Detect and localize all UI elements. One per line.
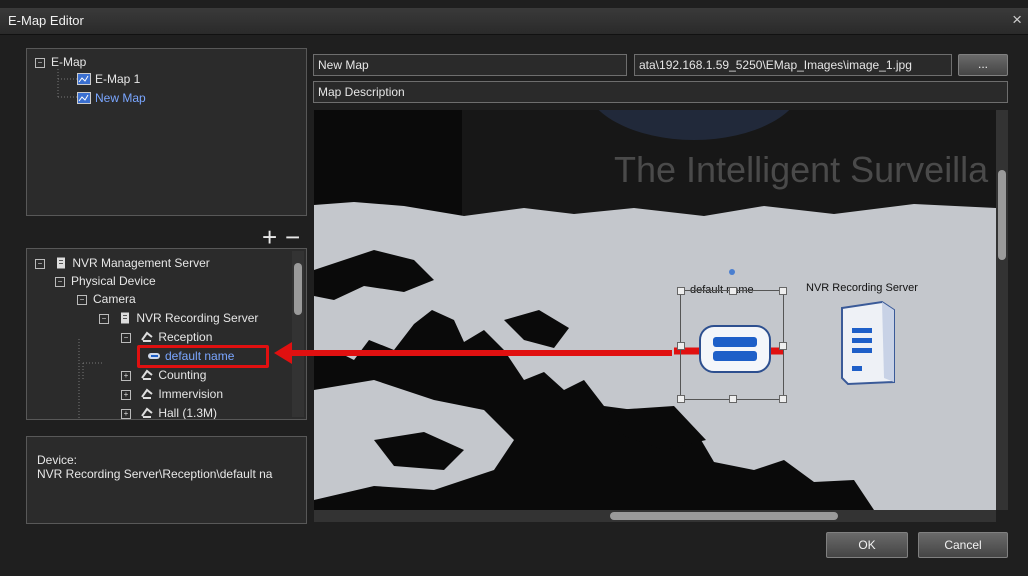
- browse-button[interactable]: ...: [958, 54, 1008, 76]
- map-canvas[interactable]: The Intelligent Surveilla default name N…: [314, 110, 996, 510]
- emap-tree-panel: − E-Map E-Map 1 New Map: [26, 48, 307, 216]
- resize-handle[interactable]: [779, 395, 787, 403]
- map-image-path-input[interactable]: ata\192.168.1.59_5250\EMap_Images\image_…: [634, 54, 952, 76]
- close-icon[interactable]: ×: [1012, 10, 1022, 30]
- scroll-thumb[interactable]: [610, 512, 838, 520]
- tree-node-label: Hall (1.3M): [158, 406, 218, 420]
- device-tree-scrollbar[interactable]: [292, 251, 304, 417]
- map-vertical-scrollbar[interactable]: [996, 110, 1008, 510]
- emap-item-1[interactable]: E-Map 1: [77, 71, 140, 87]
- highlight-arrow: [274, 342, 672, 364]
- server-device-icon: [841, 300, 895, 386]
- title-bar[interactable]: E-Map Editor ×: [0, 8, 1028, 35]
- scroll-thumb[interactable]: [294, 263, 302, 315]
- cancel-button[interactable]: Cancel: [918, 532, 1008, 558]
- device-info-panel: Device: NVR Recording Server\Reception\d…: [26, 436, 307, 524]
- map-icon: [77, 92, 91, 104]
- camera-device-selection[interactable]: [677, 269, 787, 403]
- tree-node-label: Reception: [158, 330, 213, 344]
- emap-item-2[interactable]: New Map: [77, 90, 146, 106]
- map-description-input[interactable]: Map Description: [313, 81, 1008, 103]
- tree-connectors: [78, 339, 103, 419]
- tree-connector: [57, 69, 77, 98]
- emap-root-row[interactable]: − E-Map: [35, 54, 86, 70]
- tree-node-label: Immervision: [158, 387, 224, 401]
- emap-editor-window: E-Map Editor × − E-Map E-Map 1 New Map + …: [0, 0, 1028, 576]
- device-tree-panel: − NVR Management Server − Physical Device…: [26, 248, 307, 420]
- emap-root-label: E-Map: [51, 55, 87, 69]
- ok-button[interactable]: OK: [826, 532, 908, 558]
- highlight-box: [137, 345, 269, 368]
- resize-handle[interactable]: [677, 287, 685, 295]
- resize-handle[interactable]: [729, 395, 737, 403]
- collapse-icon[interactable]: −: [35, 58, 45, 68]
- emap-item-label: E-Map 1: [95, 72, 141, 86]
- map-horizontal-scrollbar[interactable]: [314, 510, 996, 522]
- server-device-label: NVR Recording Server: [806, 282, 918, 294]
- resize-handle[interactable]: [779, 342, 787, 350]
- server-device[interactable]: [834, 300, 900, 386]
- resize-handle[interactable]: [729, 287, 737, 295]
- map-icon: [77, 73, 91, 85]
- tree-node-label: Counting: [158, 368, 207, 382]
- camera-device-icon: [699, 325, 771, 373]
- resize-handle[interactable]: [677, 395, 685, 403]
- device-info-label: Device:: [37, 453, 78, 467]
- scroll-thumb[interactable]: [998, 170, 1006, 260]
- rotate-handle[interactable]: [729, 269, 735, 275]
- emap-item-label: New Map: [95, 91, 146, 105]
- window-title: E-Map Editor: [8, 13, 84, 28]
- resize-handle[interactable]: [779, 287, 787, 295]
- map-banner-text: The Intelligent Surveilla: [614, 149, 989, 190]
- map-name-input[interactable]: New Map: [313, 54, 627, 76]
- device-info-path: NVR Recording Server\Reception\default n…: [37, 467, 273, 481]
